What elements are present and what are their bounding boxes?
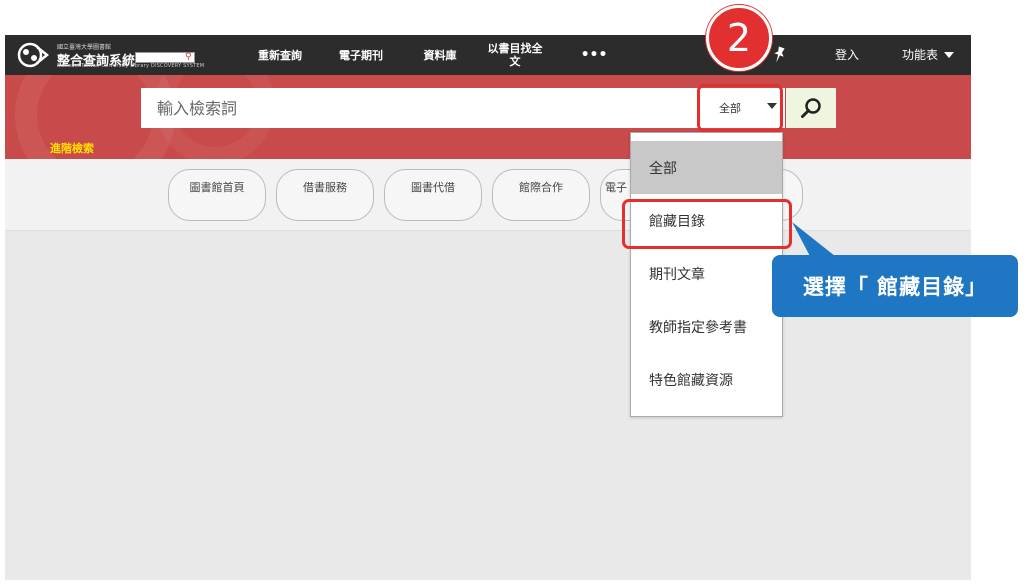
instruction-callout: 選擇「 館藏目錄」 (772, 255, 1018, 317)
highlight-catalog-option (622, 199, 792, 249)
nav-find-fulltext[interactable]: 以書目找全文 (483, 35, 547, 75)
scope-option-special-collections[interactable]: 特色館藏資源 (631, 353, 782, 406)
logo-magnifier-icon: ⚲ (185, 52, 192, 62)
scope-option-course-reserves[interactable]: 教師指定參考書 (631, 300, 782, 353)
library-logo[interactable]: 國立臺灣大學圖書館 整合查詢系統 ⚲ National Taiwan Unive… (17, 40, 207, 70)
scope-option-all[interactable]: 全部 (631, 141, 782, 194)
top-navbar: 國立臺灣大學圖書館 整合查詢系統 ⚲ National Taiwan Unive… (5, 35, 971, 75)
search-input[interactable] (141, 88, 697, 128)
menu-button[interactable]: 功能表 (893, 35, 963, 75)
nav-databases[interactable]: 資料庫 (410, 35, 470, 75)
tutorial-screenshot: 國立臺灣大學圖書館 整合查詢系統 ⚲ National Taiwan Unive… (0, 0, 1024, 584)
menu-label: 功能表 (901, 47, 938, 62)
scope-option-articles[interactable]: 期刊文章 (631, 247, 782, 300)
shortcut-borrowing[interactable]: 借書服務 (276, 169, 374, 221)
library-name-english: National Taiwan University Library DISCO… (57, 63, 205, 69)
search-icon (801, 98, 821, 118)
nav-ejournals[interactable]: 電子期刊 (331, 35, 391, 75)
login-link[interactable]: 登入 (825, 35, 869, 75)
highlight-scope-select (697, 84, 783, 132)
nav-more-button[interactable]: ••• (579, 35, 609, 75)
shortcut-library-home[interactable]: 圖書館首頁 (168, 169, 266, 221)
ntu-logo-icon (17, 42, 50, 68)
search-button[interactable] (786, 88, 836, 128)
advanced-search-link[interactable]: 進階檢索 (50, 140, 94, 156)
shortcut-interlibrary-loan[interactable]: 館際合作 (492, 169, 590, 221)
search-band: 全部 進階檢索 (5, 75, 971, 159)
nav-requery[interactable]: 重新查詢 (250, 35, 310, 75)
scope-dropdown-list: 全部 館藏目錄 期刊文章 教師指定參考書 特色館藏資源 (630, 132, 783, 417)
caret-down-icon (944, 52, 954, 58)
step-number-badge: 2 (706, 5, 772, 71)
shortcut-book-delivery[interactable]: 圖書代借 (384, 169, 482, 221)
